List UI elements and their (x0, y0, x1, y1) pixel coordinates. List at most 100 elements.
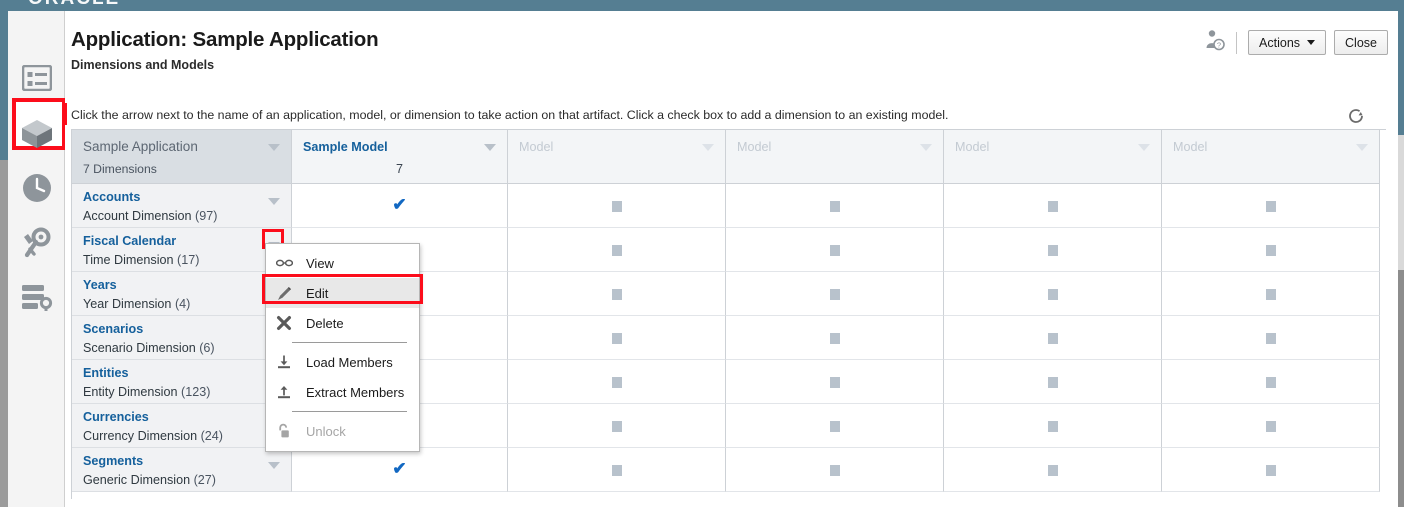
model-checkbox-cell[interactable] (508, 228, 726, 272)
grid-column-header[interactable]: Model (1162, 130, 1380, 184)
model-checkbox-cell[interactable] (944, 316, 1162, 360)
dimension-member-count: (24) (200, 429, 223, 443)
model-checkbox-cell[interactable]: ✔ (292, 184, 508, 228)
disabled-checkbox-icon (829, 465, 840, 476)
model-checkbox-cell[interactable] (944, 228, 1162, 272)
menu-item-extract-members[interactable]: Extract Members (266, 377, 419, 407)
menu-item-delete[interactable]: Delete (266, 308, 419, 338)
chevron-down-icon[interactable] (484, 144, 496, 151)
dimension-name-link[interactable]: Segments (83, 454, 143, 468)
model-checkbox-cell[interactable] (944, 448, 1162, 492)
model-checkbox-cell[interactable] (508, 404, 726, 448)
menu-item-label: Extract Members (306, 384, 405, 400)
chevron-down-icon[interactable] (702, 144, 714, 151)
sidebar-item-data[interactable] (8, 270, 65, 324)
sidebar-item-dimensions-overlay[interactable] (8, 107, 65, 161)
model-checkbox-cell[interactable] (1162, 184, 1380, 228)
model-checkbox-cell[interactable] (1162, 228, 1380, 272)
grid-column-header[interactable]: Model (944, 130, 1162, 184)
chevron-down-icon[interactable] (1356, 144, 1368, 151)
model-checkbox-cell[interactable] (508, 448, 726, 492)
dimension-name-link[interactable]: Entities (83, 366, 129, 380)
dimension-name-link[interactable]: Accounts (83, 190, 140, 204)
disabled-checkbox-icon (611, 245, 622, 256)
chevron-down-icon[interactable] (268, 198, 280, 205)
model-checkbox-cell[interactable] (944, 360, 1162, 404)
disabled-checkbox-icon (829, 377, 840, 388)
sidebar-item-history[interactable] (8, 161, 65, 215)
menu-item-edit[interactable]: Edit (266, 278, 419, 308)
actions-button[interactable]: Actions (1248, 30, 1327, 55)
disabled-checkbox-icon (1047, 245, 1058, 256)
dimension-member-count: (4) (174, 297, 191, 311)
model-checkbox-cell[interactable] (944, 272, 1162, 316)
page-scrollbar-thumb[interactable] (1398, 270, 1404, 507)
model-checkbox-cell[interactable] (944, 404, 1162, 448)
disabled-checkbox-icon (1047, 421, 1058, 432)
model-checkbox-cell[interactable] (726, 228, 944, 272)
chevron-down-icon[interactable] (268, 462, 280, 469)
model-checkbox-cell[interactable]: ✔ (292, 448, 508, 492)
grid-column-header[interactable]: Model (508, 130, 726, 184)
model-checkbox-cell[interactable] (726, 272, 944, 316)
page-scrollbar-track[interactable] (1398, 135, 1404, 507)
unlock-icon (276, 423, 298, 439)
grid-column-header[interactable]: Model (726, 130, 944, 184)
model-checkbox-cell[interactable] (508, 184, 726, 228)
model-checkbox-cell[interactable] (508, 272, 726, 316)
model-checkbox-cell[interactable] (726, 360, 944, 404)
disabled-checkbox-icon (829, 333, 840, 344)
sidebar-item-applications[interactable] (8, 51, 65, 105)
grid-column-model-4: Model (944, 130, 1162, 500)
pencil-icon (276, 285, 298, 302)
hint-red-marker (62, 103, 67, 125)
dimension-type: Time Dimension (17) (83, 253, 200, 267)
checkmark-icon[interactable]: ✔ (292, 196, 507, 213)
sidebar-item-security[interactable] (8, 216, 65, 270)
dimension-row: Accounts Account Dimension (97) (72, 184, 292, 228)
menu-item-view[interactable]: View (266, 248, 419, 278)
grid-column-header[interactable]: Sample Application 7 Dimensions (72, 130, 292, 184)
download-icon (276, 354, 298, 370)
model-checkbox-cell[interactable] (1162, 360, 1380, 404)
dimension-name-link[interactable]: Fiscal Calendar (83, 234, 176, 248)
disabled-checkbox-icon (1265, 333, 1276, 344)
grid-column-application: Sample Application 7 Dimensions Accounts Ac… (72, 130, 292, 500)
chevron-down-icon[interactable] (268, 144, 280, 151)
model-checkbox-cell[interactable] (1162, 316, 1380, 360)
model-checkbox-cell[interactable] (726, 404, 944, 448)
toolbar-divider (1236, 31, 1238, 54)
menu-item-unlock: Unlock (266, 416, 419, 446)
grid-column-model-5: Model (1162, 130, 1380, 500)
model-checkbox-cell[interactable] (1162, 272, 1380, 316)
key-wrench-icon (20, 227, 54, 259)
model-checkbox-cell[interactable] (726, 316, 944, 360)
disabled-checkbox-icon (611, 421, 622, 432)
dimension-name-link[interactable]: Years (83, 278, 117, 292)
model-checkbox-cell[interactable] (508, 316, 726, 360)
model-checkbox-cell[interactable] (726, 184, 944, 228)
menu-item-load-members[interactable]: Load Members (266, 347, 419, 377)
model-checkbox-cell[interactable] (1162, 404, 1380, 448)
model-checkbox-cell[interactable] (1162, 448, 1380, 492)
grid-column-subtitle: 7 Dimensions (83, 162, 157, 176)
grid-column-header[interactable]: Sample Model 7 (292, 130, 508, 184)
dimension-name-link[interactable]: Currencies (83, 410, 149, 424)
chevron-down-icon[interactable] (920, 144, 932, 151)
clock-icon (21, 172, 53, 204)
refresh-icon[interactable] (1346, 106, 1366, 131)
list-form-icon (21, 65, 52, 91)
checkmark-icon[interactable]: ✔ (292, 460, 507, 477)
svg-text:?: ? (1217, 41, 1221, 50)
model-checkbox-cell[interactable] (726, 448, 944, 492)
close-button[interactable]: Close (1334, 30, 1388, 55)
model-checkbox-cell[interactable] (508, 360, 726, 404)
grid-column-title: Sample Model (303, 140, 388, 154)
database-key-icon (20, 283, 54, 311)
context-menu: View Edit Delete Load Members Extract Member… (265, 243, 420, 452)
chevron-down-icon[interactable] (1138, 144, 1150, 151)
dimension-name-link[interactable]: Scenarios (83, 322, 143, 336)
user-help-icon[interactable]: ? (1204, 29, 1226, 56)
model-checkbox-cell[interactable] (944, 184, 1162, 228)
dimension-row: Currencies Currency Dimension (24) (72, 404, 292, 448)
